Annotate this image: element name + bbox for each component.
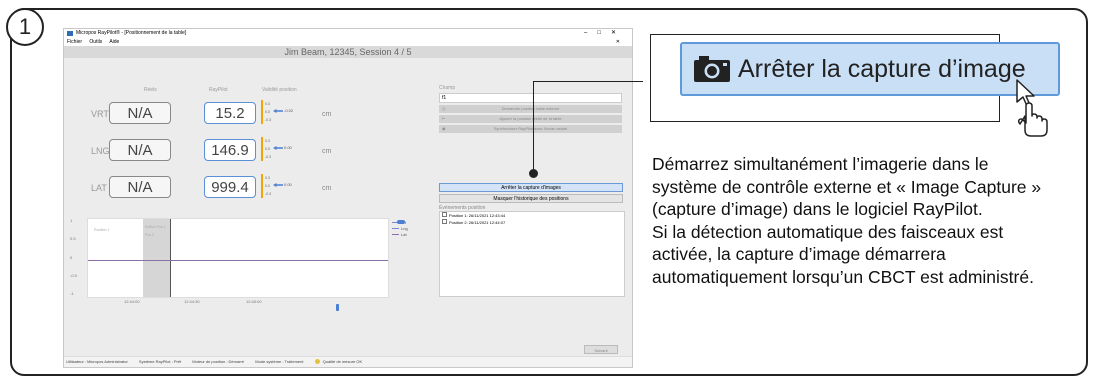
field-panel: Champ f1 ◷ Demander position table extern… xyxy=(439,85,622,133)
raypilot-vrt: 15.2 xyxy=(204,102,256,124)
close-icon[interactable]: ✕ xyxy=(616,38,620,46)
x-tick: 12:44:00 xyxy=(124,299,140,304)
add-position-button[interactable]: ⊢ Ajouter la position réelle de la table xyxy=(439,115,622,123)
raypilot-window: Micropos RayPilot® - [Positionnement de … xyxy=(63,28,633,368)
step-number-badge: 1 xyxy=(6,8,44,46)
row-label-vrt: VRT xyxy=(91,109,109,119)
stop-capture-button[interactable]: Arrêter la capture d'images xyxy=(439,183,623,192)
patient-header: Jim Beam, 12345, Session 4 / 5 xyxy=(64,46,632,58)
zoom-stop-capture-button[interactable]: Arrêter la capture d’image xyxy=(680,42,1060,96)
y-tick: -1 xyxy=(70,291,74,296)
y-tick: 1 xyxy=(70,218,73,223)
time-cursor xyxy=(170,219,171,297)
col-raypilot: RayPilot xyxy=(209,87,228,93)
leader-line xyxy=(533,81,534,174)
gauge-lat: 0.3 0.0 -0.3 0.00 xyxy=(261,174,292,198)
col-reels: Réels xyxy=(144,87,157,93)
position-band xyxy=(143,219,170,297)
next-button[interactable]: Suivant xyxy=(584,345,618,354)
row-label-lng: LNG xyxy=(91,146,110,156)
gauge-lng: 0.3 0.0 -0.3 0.00 xyxy=(261,137,292,161)
request-position-button[interactable]: ◷ Demander position table externe xyxy=(439,105,622,113)
legend-lng: Lng xyxy=(392,226,408,231)
arrow-icon xyxy=(273,109,283,113)
reel-lat: N/A xyxy=(109,176,171,198)
window-title: Micropos RayPilot® - [Positionnement de … xyxy=(76,30,187,36)
list-item[interactable]: Position 1: 26/11/2021 12:43:44 xyxy=(440,212,624,219)
champ-label: Champ xyxy=(439,85,456,91)
arrow-icon xyxy=(273,146,283,150)
menu-fichier[interactable]: Fichier xyxy=(67,39,82,45)
list-item[interactable]: Position 2: 26/11/2021 12:44:07 xyxy=(440,219,624,226)
gauge-vrt: 0.3 0.0 -0.3 -0.02 xyxy=(261,100,293,124)
unit-lng: cm xyxy=(322,148,332,155)
lat-series-line xyxy=(88,260,388,261)
position-graph: Position 1 Edition Pos 1 Pos 2 xyxy=(87,218,389,298)
unit-lat: cm xyxy=(322,185,332,192)
hide-history-button[interactable]: Masquer l'historique des positions xyxy=(439,194,623,203)
instruction-text: Démarrez simultanément l’imagerie dans l… xyxy=(652,153,1048,288)
pointer-cursor-icon xyxy=(1016,79,1048,137)
row-label-lat: LAT xyxy=(91,183,107,193)
menu-aide[interactable]: Aide xyxy=(109,39,119,45)
band-label: Position 1 xyxy=(94,228,110,232)
reel-vrt: N/A xyxy=(109,102,171,124)
y-tick: 0.5 xyxy=(70,236,76,241)
menu-outils[interactable]: Outils xyxy=(89,39,102,45)
x-tick: 12:44:30 xyxy=(184,299,200,304)
status-ok-icon xyxy=(314,359,320,365)
band-label: Edition Pos 1 xyxy=(145,225,166,229)
unit-vrt: cm xyxy=(322,111,332,118)
paragraph: Démarrez simultanément l’imagerie dans l… xyxy=(652,154,1042,219)
legend-lat: Lat xyxy=(392,232,407,237)
eye-icon: ◉ xyxy=(442,126,446,131)
title-bar: Micropos RayPilot® - [Positionnement de … xyxy=(64,29,632,38)
timeline-slider[interactable] xyxy=(336,304,339,311)
table-icon: ⊢ xyxy=(442,116,446,121)
menu-bar: Fichier Outils Aide ✕ xyxy=(64,38,632,46)
checkbox[interactable] xyxy=(442,219,447,224)
champ-select[interactable]: f1 xyxy=(439,93,622,103)
window-controls[interactable]: –□✕ xyxy=(584,29,626,38)
paragraph: Si la détection automatique des faisceau… xyxy=(652,221,1034,287)
band-label: Pos 2 xyxy=(145,233,154,237)
leader-line xyxy=(533,81,643,82)
y-tick: 0 xyxy=(70,255,73,260)
raypilot-lat: 999.4 xyxy=(204,176,256,198)
arrow-icon xyxy=(273,183,283,187)
events-list: Position 1: 26/11/2021 12:43:44 Position… xyxy=(439,211,625,297)
x-tick: 12:45:00 xyxy=(246,299,262,304)
raypilot-lng: 146.9 xyxy=(204,139,256,161)
col-validite: Validité position xyxy=(262,87,297,93)
graph-scroll-handle[interactable] xyxy=(397,220,405,224)
leader-dot xyxy=(529,169,538,178)
clock-icon: ◷ xyxy=(442,106,446,111)
checkbox[interactable] xyxy=(442,212,447,217)
reel-lng: N/A xyxy=(109,139,171,161)
camera-icon xyxy=(694,56,730,82)
status-bar: Utilisateur : Micropos Administrator Sys… xyxy=(64,356,632,367)
y-tick: -0.5 xyxy=(70,273,77,278)
app-icon xyxy=(67,31,73,36)
sync-button[interactable]: ◉ Synchroniser RayPilot avec l'écran actu… xyxy=(439,125,622,133)
